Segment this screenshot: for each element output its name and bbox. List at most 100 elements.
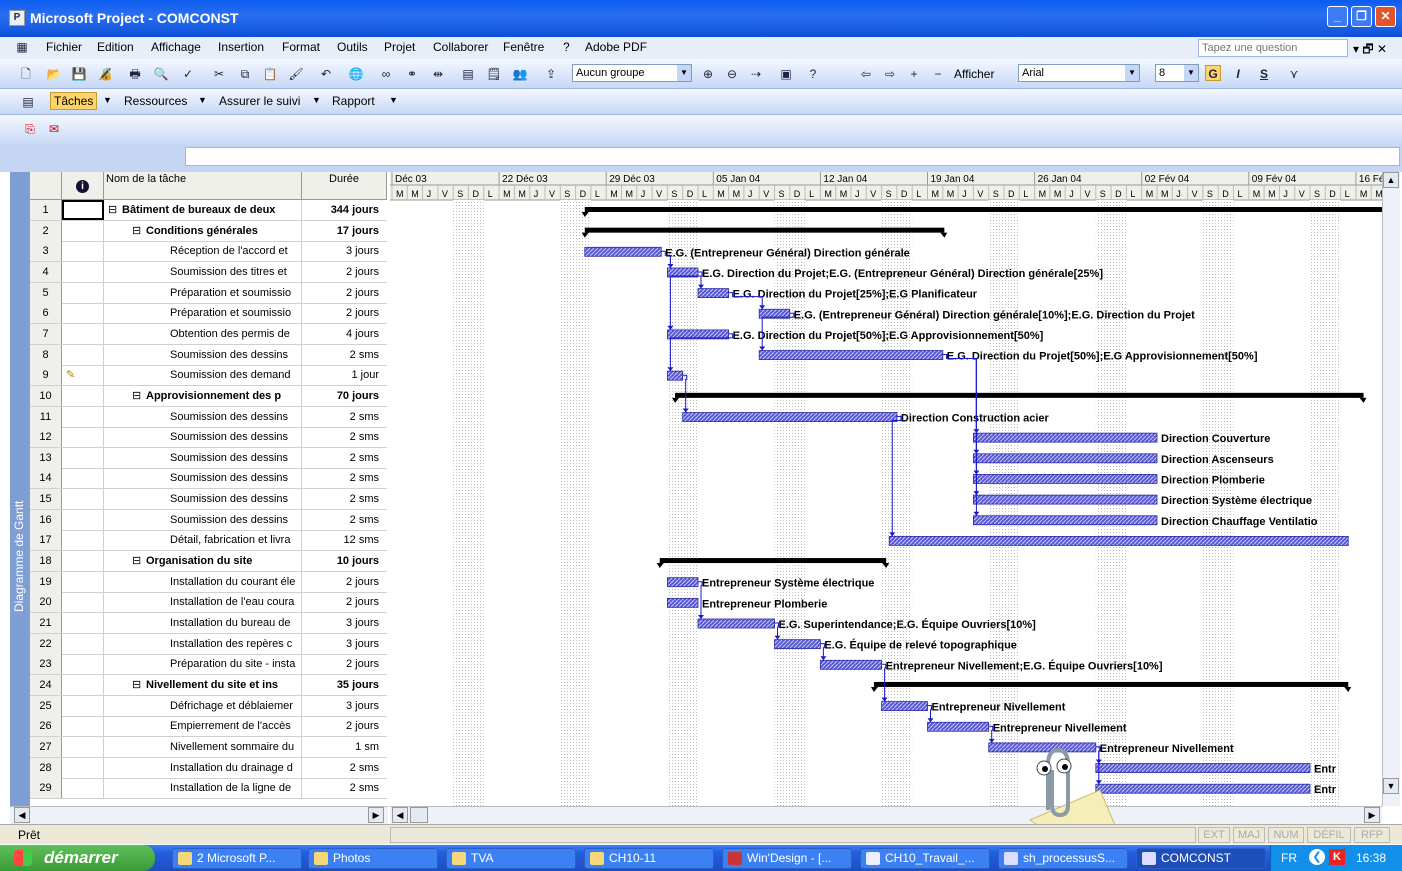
task-duration-cell[interactable]: 2 jours: [302, 572, 382, 592]
task-duration-cell[interactable]: 2 sms: [302, 468, 382, 488]
taskbar-item-ch10-11[interactable]: CH10-11: [584, 848, 714, 869]
assign-resources-icon[interactable]: 👥: [512, 66, 528, 82]
task-duration-cell[interactable]: 3 jours: [302, 613, 382, 633]
task-name-cell[interactable]: Soumission des dessins: [104, 489, 302, 510]
task-duration-cell[interactable]: 2 jours: [302, 592, 382, 612]
save-icon[interactable]: 💾: [71, 66, 87, 82]
task-name-cell[interactable]: Nivellement sommaire du: [104, 736, 302, 757]
task-bar[interactable]: [927, 721, 990, 732]
menu-insertion[interactable]: Insertion: [218, 40, 264, 54]
print-icon[interactable]: 🖶: [127, 66, 143, 82]
table-row[interactable]: 1 ⊟ Bâtiment de bureaux de deux 344 jours: [30, 200, 387, 221]
scroll-down-icon[interactable]: ▼: [1383, 778, 1399, 794]
task-bar[interactable]: [888, 535, 1349, 546]
table-row[interactable]: 15 Soumission des dessins 2 sms: [30, 489, 387, 511]
task-bar[interactable]: [819, 659, 882, 670]
task-duration-cell[interactable]: 2 jours: [302, 716, 382, 736]
table-row[interactable]: 11 Soumission des dessins 2 sms: [30, 406, 387, 428]
pdf-convert-icon[interactable]: ⎘: [22, 121, 38, 137]
chevron-down-icon[interactable]: ▼: [198, 95, 207, 105]
go-to-task-icon[interactable]: ⇢: [748, 66, 764, 82]
taskbar-item-visio[interactable]: sh_processusS...: [998, 848, 1128, 869]
table-row[interactable]: 2 ⊟ Conditions générales 17 jours: [30, 220, 387, 242]
menu-format[interactable]: Format: [282, 40, 320, 54]
antivirus-icon[interactable]: K: [1329, 849, 1345, 865]
task-bar[interactable]: [1095, 763, 1311, 773]
table-row[interactable]: 22 Installation des repères c 3 jours: [30, 633, 387, 655]
chevron-down-icon[interactable]: ▼: [103, 95, 112, 105]
task-duration-cell[interactable]: 1 jour: [302, 365, 382, 385]
row-id[interactable]: 12: [30, 427, 62, 448]
group-select[interactable]: Aucun groupe ▼: [572, 64, 692, 82]
task-bar[interactable]: [973, 474, 1158, 484]
task-bar[interactable]: [682, 412, 898, 422]
task-name-cell[interactable]: Empierrement de l'accès: [104, 716, 302, 737]
collapse-icon[interactable]: ⊟: [108, 200, 117, 220]
row-id[interactable]: 17: [30, 530, 62, 551]
gantt-canvas[interactable]: MMJVSDLMMJVSDLMMJVSDLMMJVSDLMMJVSDLMMJVS…: [390, 172, 1382, 806]
task-name-cell[interactable]: Détail, fabrication et livra: [104, 530, 302, 551]
task-name-cell[interactable]: Préparation et soumissio: [104, 282, 302, 303]
office-assistant-clippy-icon[interactable]: [1000, 740, 1120, 830]
task-duration-cell[interactable]: 2 sms: [302, 489, 382, 509]
scroll-right-icon[interactable]: ▶: [1364, 807, 1380, 823]
font-size-select[interactable]: 8 ▼: [1155, 64, 1199, 82]
zoom-in-icon[interactable]: ⊕: [700, 66, 716, 82]
task-duration-cell[interactable]: 12 sms: [302, 530, 382, 550]
task-duration-cell[interactable]: 2 sms: [302, 407, 382, 427]
indent-in-icon[interactable]: ⇨: [882, 66, 898, 82]
taskbar-item-comconst[interactable]: COMCONST: [1136, 848, 1266, 869]
task-duration-cell[interactable]: 10 jours: [302, 551, 382, 571]
task-duration-cell[interactable]: 2 jours: [302, 654, 382, 674]
pdf-email-icon[interactable]: ✉: [46, 121, 62, 137]
table-row[interactable]: 23 Préparation du site - insta 2 jours: [30, 654, 387, 676]
maximize-button[interactable]: ❐: [1351, 6, 1372, 27]
task-name-cell[interactable]: Installation du courant éle: [104, 571, 302, 592]
menu-outils[interactable]: Outils: [337, 40, 368, 54]
task-bar[interactable]: [758, 350, 944, 360]
filter-icon[interactable]: ⋎: [1286, 66, 1302, 82]
task-name-cell[interactable]: Installation de la ligne de: [104, 778, 302, 799]
row-id[interactable]: 8: [30, 344, 62, 365]
indicators-column-header[interactable]: i: [62, 172, 104, 200]
menu-affichage[interactable]: Affichage: [151, 40, 201, 54]
task-name-cell[interactable]: Défrichage et déblaiemer: [104, 695, 302, 716]
scroll-up-icon[interactable]: ▲: [1383, 172, 1399, 188]
row-id[interactable]: 19: [30, 571, 62, 592]
underline-button[interactable]: S: [1256, 66, 1272, 82]
row-id[interactable]: 29: [30, 778, 62, 799]
task-duration-cell[interactable]: 2 sms: [302, 427, 382, 447]
task-duration-cell[interactable]: 344 jours: [302, 200, 382, 220]
taskbar-item-windesign[interactable]: Win'Design - [...: [722, 848, 852, 869]
undo-icon[interactable]: ↶: [318, 66, 334, 82]
task-name-cell[interactable]: Préparation du site - insta: [104, 654, 302, 675]
copy-picture-icon[interactable]: ▣: [778, 66, 794, 82]
table-row[interactable]: 28 Installation du drainage d 2 sms: [30, 757, 387, 779]
task-bar[interactable]: [584, 246, 662, 257]
row-id[interactable]: 20: [30, 592, 62, 613]
table-row[interactable]: 20 Installation de l'eau coura 2 jours: [30, 592, 387, 614]
close-button[interactable]: ✕: [1375, 6, 1396, 27]
task-name-cell[interactable]: Préparation et soumissio: [104, 303, 302, 324]
new-icon[interactable]: 🗋: [18, 66, 34, 82]
table-row[interactable]: 16 Soumission des dessins 2 sms: [30, 509, 387, 531]
row-id[interactable]: 28: [30, 757, 62, 778]
id-column-header[interactable]: [30, 172, 62, 200]
row-id[interactable]: 6: [30, 303, 62, 324]
open-icon[interactable]: 📂: [46, 66, 62, 82]
chevron-down-icon[interactable]: ▼: [312, 95, 321, 105]
task-name-cell[interactable]: Réception de l'accord et: [104, 241, 302, 262]
task-name-cell[interactable]: Soumission des dessins: [104, 344, 302, 365]
task-name-cell[interactable]: ⊟ Bâtiment de bureaux de deux: [104, 200, 302, 220]
summary-bar[interactable]: [584, 207, 1382, 212]
task-duration-cell[interactable]: 4 jours: [302, 324, 382, 344]
table-row[interactable]: 25 Défrichage et déblaiemer 3 jours: [30, 695, 387, 717]
hyperlink-icon[interactable]: 🌐: [348, 66, 364, 82]
minimize-button[interactable]: _: [1327, 6, 1348, 27]
table-row[interactable]: 5 Préparation et soumissio 2 jours: [30, 282, 387, 304]
task-bar[interactable]: [774, 639, 821, 650]
table-row[interactable]: 10 ⊟ Approvisionnement des p 70 jours: [30, 385, 387, 407]
summary-bar[interactable]: [584, 227, 945, 233]
task-bar[interactable]: [973, 432, 1158, 443]
row-id[interactable]: 13: [30, 447, 62, 468]
